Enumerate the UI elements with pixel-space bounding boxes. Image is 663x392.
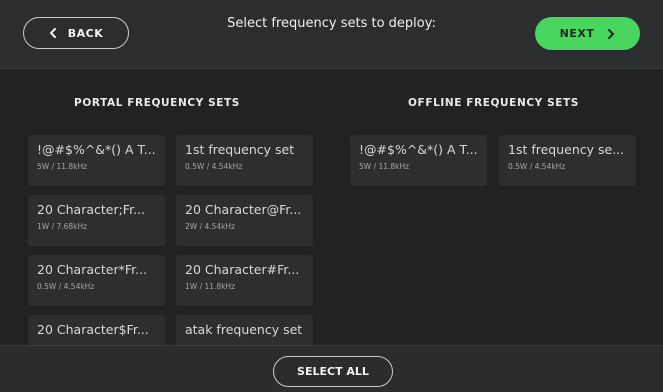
set-meta: 1W / 7.68kHz bbox=[37, 222, 88, 231]
chevron-right-icon bbox=[608, 28, 615, 39]
portal-section-heading: PORTAL FREQUENCY SETS bbox=[74, 97, 240, 109]
screen: BACK Select frequency sets to deploy: NE… bbox=[0, 0, 663, 392]
set-meta: 0.5W / 4.54kHz bbox=[185, 162, 243, 171]
set-name: 20 Character@Fr... bbox=[185, 202, 302, 217]
back-button[interactable]: BACK bbox=[23, 17, 129, 49]
back-label: BACK bbox=[67, 26, 104, 40]
portal-set-card[interactable]: 1st frequency set 0.5W / 4.54kHz bbox=[176, 135, 313, 186]
offline-section-heading: OFFLINE FREQUENCY SETS bbox=[408, 97, 579, 109]
chevron-left-icon bbox=[49, 28, 56, 38]
portal-set-card[interactable]: 20 Character;Fr... 1W / 7.68kHz bbox=[28, 195, 165, 246]
offline-set-card[interactable]: 1st frequency se... 0.5W / 4.54kHz bbox=[499, 135, 636, 186]
next-button[interactable]: NEXT bbox=[535, 17, 640, 50]
portal-set-card[interactable]: 20 Character@Fr... 2W / 4.54kHz bbox=[176, 195, 313, 246]
page-title: Select frequency sets to deploy: bbox=[227, 16, 436, 31]
set-meta: 0.5W / 4.54kHz bbox=[37, 282, 95, 291]
set-name: 20 Character#Fr... bbox=[185, 262, 300, 277]
header-bar: BACK Select frequency sets to deploy: NE… bbox=[0, 0, 663, 69]
set-meta: 5W / 11.8kHz bbox=[359, 162, 410, 171]
set-meta: 5W / 11.8kHz bbox=[37, 162, 88, 171]
set-name: 20 Character$Fr... bbox=[37, 322, 149, 337]
set-name: !@#$%^&*() A T... bbox=[37, 142, 156, 157]
set-meta: 1W / 11.8kHz bbox=[185, 282, 236, 291]
set-name: 20 Character;Fr... bbox=[37, 202, 145, 217]
portal-set-card[interactable]: !@#$%^&*() A T... 5W / 11.8kHz bbox=[28, 135, 165, 186]
set-meta: 0.5W / 4.54kHz bbox=[508, 162, 566, 171]
set-name: !@#$%^&*() A T... bbox=[359, 142, 478, 157]
set-name: 1st frequency se... bbox=[508, 142, 625, 157]
portal-set-card[interactable]: 20 Character*Fr... 0.5W / 4.54kHz bbox=[28, 255, 165, 306]
portal-set-card[interactable]: 20 Character#Fr... 1W / 11.8kHz bbox=[176, 255, 313, 306]
set-name: 20 Character*Fr... bbox=[37, 262, 148, 277]
select-all-button[interactable]: SELECT ALL bbox=[273, 356, 393, 387]
next-label: NEXT bbox=[559, 27, 595, 40]
offline-set-card[interactable]: !@#$%^&*() A T... 5W / 11.8kHz bbox=[350, 135, 487, 186]
set-name: 1st frequency set bbox=[185, 142, 295, 157]
set-name: atak frequency set bbox=[185, 322, 303, 337]
set-meta: 2W / 4.54kHz bbox=[185, 222, 236, 231]
